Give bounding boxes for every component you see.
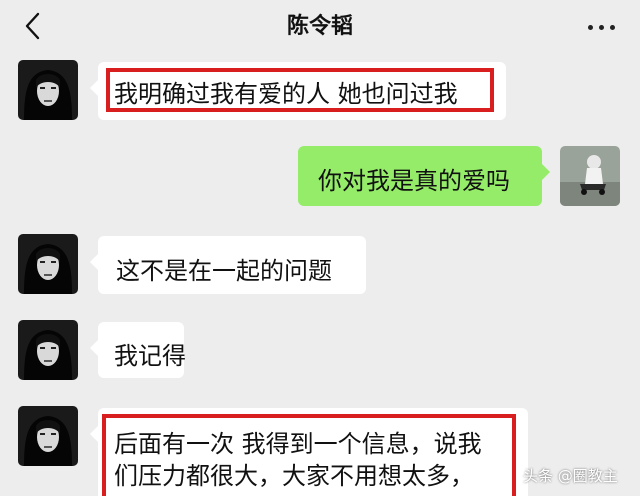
message-bubble: 这不是在一起的问题 <box>90 236 366 294</box>
more-options-icon[interactable] <box>584 14 618 40</box>
message-text: 这不是在一起的问题 <box>116 257 332 285</box>
own-avatar[interactable] <box>560 146 620 206</box>
contact-avatar[interactable] <box>18 320 78 380</box>
message-bubble: 我明确过我有爱的人 她也问过我 <box>90 62 506 120</box>
back-chevron-icon[interactable] <box>18 10 50 42</box>
message-text: 我记得 <box>114 342 186 370</box>
message-text: 我明确过我有爱的人 她也问过我 <box>114 80 458 108</box>
chat-header: 陈令韬 <box>0 0 640 56</box>
contact-avatar[interactable] <box>18 234 78 294</box>
message-text-line: 们压力都很大，大家不用想太多， <box>114 462 474 490</box>
watermark-text: 头条 @圈教主 <box>523 467 618 485</box>
contact-avatar[interactable] <box>18 60 78 120</box>
chat-title: 陈令韬 <box>286 14 353 39</box>
message-bubble: 后面有一次 我得到一个信息，说我 们压力都很大，大家不用想太多， <box>90 408 528 496</box>
message-bubble-own: 你对我是真的爱吗 <box>298 146 550 206</box>
message-bubble: 我记得 <box>90 322 186 378</box>
message-text: 你对我是真的爱吗 <box>318 167 510 195</box>
contact-avatar[interactable] <box>18 406 78 466</box>
message-text-line: 后面有一次 我得到一个信息，说我 <box>114 430 482 458</box>
